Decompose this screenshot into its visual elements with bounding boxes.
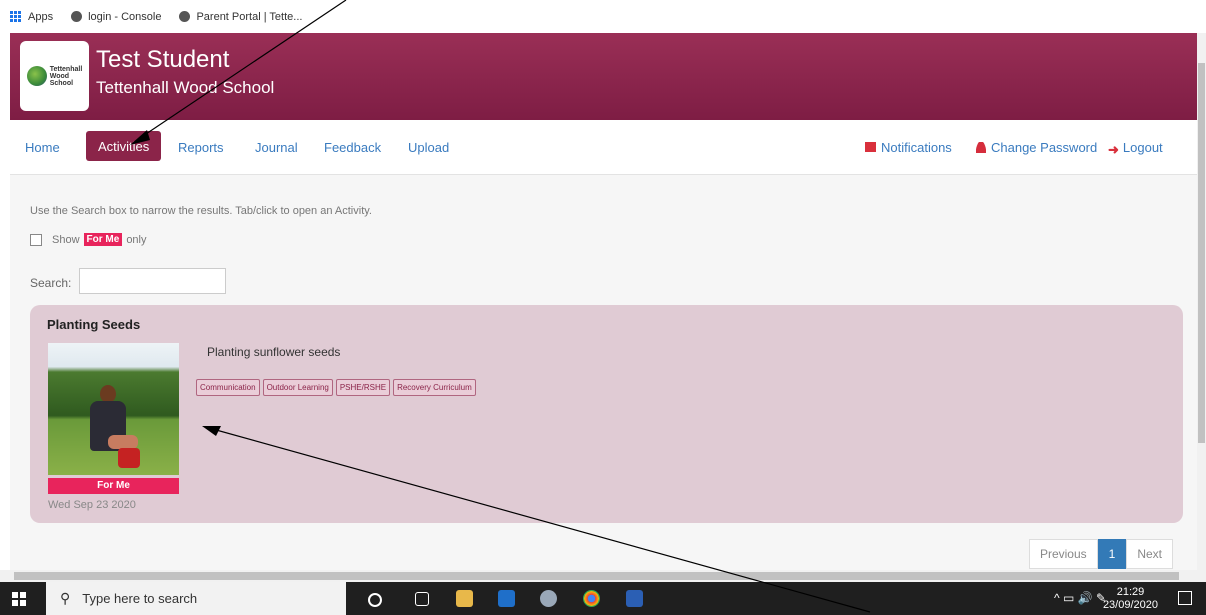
user-icon: [976, 141, 986, 153]
globe-icon: [71, 11, 83, 22]
activity-date: Wed Sep 23 2020: [48, 499, 136, 511]
main-content: Use the Search box to narrow the results…: [10, 175, 1197, 570]
nav-activities[interactable]: Activities: [86, 131, 162, 161]
nav-journal[interactable]: Journal: [255, 120, 298, 174]
nav-feedback[interactable]: Feedback: [324, 120, 381, 174]
for-me-checkbox[interactable]: [30, 233, 42, 246]
nav-home[interactable]: Home: [25, 120, 60, 174]
activity-tag: Outdoor Learning: [262, 379, 333, 396]
system-tray-icons[interactable]: ^ ▭ 🔊 ✎: [1054, 591, 1106, 605]
globe-icon: [179, 11, 191, 22]
nav-change-password[interactable]: Change Password: [976, 120, 1097, 174]
logout-icon: ➜: [1108, 142, 1119, 157]
nav-logout-label: Logout: [1122, 139, 1163, 155]
vertical-scroll-thumb[interactable]: [1198, 63, 1205, 443]
search-icon: ⚲: [60, 590, 71, 606]
activity-card[interactable]: Planting Seeds For Me Wed Sep 23 2020 Pl…: [30, 305, 1183, 523]
bookmark-apps[interactable]: Apps: [10, 10, 54, 23]
vertical-scrollbar[interactable]: [1197, 33, 1206, 570]
envelope-icon: [865, 142, 876, 152]
activity-tag: Communication: [196, 379, 260, 396]
pagination: Previous 1 Next: [1028, 539, 1173, 569]
school-logo: Tettenhall Wood School: [20, 41, 89, 111]
nav-notifications[interactable]: Notifications: [865, 120, 952, 174]
pagination-page-1[interactable]: 1: [1097, 539, 1127, 569]
taskbar-search-placeholder: Type here to search: [82, 591, 198, 606]
taskbar-date: 23/09/2020: [1102, 599, 1158, 611]
activity-tag: Recovery Curriculum: [393, 379, 476, 396]
nav-logout[interactable]: ➜ Logout: [1108, 120, 1163, 174]
apps-grid-icon: [10, 10, 22, 23]
activity-photo[interactable]: [48, 343, 179, 475]
taskbar-clock[interactable]: 21:29 23/09/2020: [1103, 586, 1158, 612]
show-for-me-filter: Show For Me only: [30, 233, 147, 246]
main-nav: Home Activities Reports Journal Feedback…: [10, 120, 1197, 175]
activity-tags: Communication Outdoor Learning PSHE/RSHE…: [196, 379, 479, 396]
taskbar-search[interactable]: ⚲ Type here to search: [46, 582, 346, 615]
windows-taskbar: ⚲ Type here to search ^ ▭ 🔊 ✎ 21:29 23/0…: [0, 582, 1206, 615]
school-crest-icon: [26, 66, 47, 86]
search-label: Search:: [30, 276, 72, 290]
outlook-icon[interactable]: [498, 590, 515, 607]
activity-tag: PSHE/RSHE: [335, 379, 391, 396]
windows-start-icon[interactable]: [12, 592, 26, 606]
bookmark-apps-label: Apps: [28, 10, 54, 23]
logo-text-line: Wood: [49, 72, 70, 80]
app-icon[interactable]: [540, 590, 557, 607]
bookmark-login-console[interactable]: login - Console: [71, 11, 161, 23]
only-label: only: [126, 233, 147, 246]
task-view-icon[interactable]: [415, 592, 429, 606]
word-icon[interactable]: [626, 590, 643, 607]
horizontal-scroll-thumb[interactable]: [14, 572, 1179, 580]
for-me-badge: For Me: [83, 233, 123, 246]
student-name: Test Student: [96, 46, 230, 73]
activity-title: Planting Seeds: [47, 317, 141, 332]
nav-notifications-label: Notifications: [881, 139, 952, 155]
taskbar-time: 21:29: [1116, 586, 1145, 598]
nav-change-password-label: Change Password: [991, 139, 1098, 155]
help-text: Use the Search box to narrow the results…: [30, 205, 372, 217]
bookmark-label: login - Console: [88, 10, 162, 23]
action-center-icon[interactable]: [1178, 591, 1192, 605]
for-me-banner: For Me: [48, 478, 179, 494]
nav-upload[interactable]: Upload: [408, 120, 449, 174]
file-explorer-icon[interactable]: [456, 590, 473, 607]
pagination-previous[interactable]: Previous: [1028, 539, 1098, 569]
bookmark-label: Parent Portal | Tette...: [196, 10, 303, 23]
horizontal-scrollbar[interactable]: [0, 570, 1206, 582]
search-input[interactable]: [79, 268, 226, 294]
school-name: Tettenhall Wood School: [96, 78, 275, 97]
nav-reports[interactable]: Reports: [178, 120, 224, 174]
activity-description: Planting sunflower seeds: [207, 345, 341, 359]
bookmarks-bar: Apps login - Console Parent Portal | Tet…: [0, 0, 1206, 33]
logo-text-line: School: [49, 79, 74, 87]
cortana-icon[interactable]: [368, 593, 382, 607]
pagination-next[interactable]: Next: [1126, 539, 1173, 569]
bookmark-parent-portal[interactable]: Parent Portal | Tette...: [179, 11, 302, 23]
show-label: Show: [52, 233, 80, 246]
site-header: Tettenhall Wood School Test Student Tett…: [10, 33, 1197, 120]
logo-text-line: Tettenhall: [49, 65, 83, 73]
chrome-icon[interactable]: [583, 590, 600, 607]
